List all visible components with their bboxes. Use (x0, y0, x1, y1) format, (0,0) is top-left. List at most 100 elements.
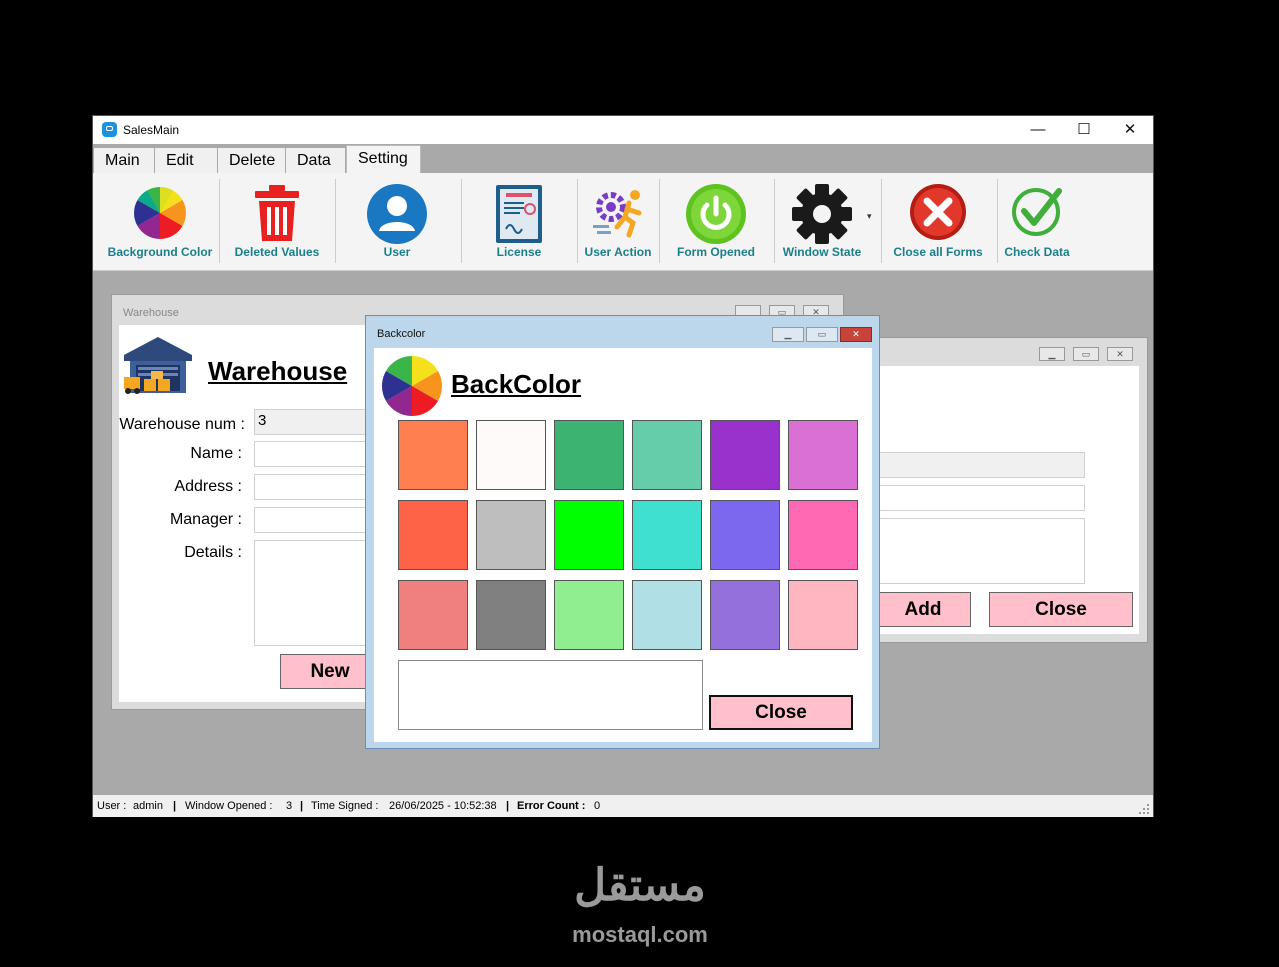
color-swatch[interactable] (554, 420, 624, 490)
toolbar-label: Form Opened (676, 245, 755, 259)
close-icon[interactable]: ✕ (840, 327, 872, 342)
close-button[interactable]: ✕ (1107, 116, 1153, 144)
close-all-icon (910, 184, 966, 240)
toolbar-label: Background Color (107, 245, 213, 259)
color-swatch[interactable] (476, 500, 546, 570)
toolbar-separator (997, 179, 998, 263)
toolbar-separator (774, 179, 775, 263)
toolbar-separator (577, 179, 578, 263)
second-close-button[interactable]: Close (989, 592, 1133, 627)
add-button[interactable]: Add (875, 592, 971, 627)
color-swatch[interactable] (788, 500, 858, 570)
textarea-field[interactable] (875, 518, 1085, 584)
license-button[interactable]: License (465, 181, 573, 265)
backcolor-client: BackColor Close (374, 348, 872, 742)
license-icon (496, 185, 542, 243)
details-label: Details : (184, 544, 242, 561)
form-opened-button[interactable]: Form Opened (661, 181, 771, 265)
tab-data[interactable]: Data (286, 148, 345, 173)
name-label: Name : (190, 445, 242, 462)
status-window-value: 3 (286, 800, 293, 812)
status-error-label: Error Count : (517, 800, 586, 812)
tab-edit[interactable]: Edit (155, 148, 217, 173)
color-swatch[interactable] (398, 580, 468, 650)
readonly-field (875, 452, 1085, 478)
color-swatch[interactable] (398, 420, 468, 490)
user-action-icon (593, 190, 642, 238)
menu-bar: Main Edit Delete Data Setting (93, 144, 1153, 173)
address-field[interactable] (254, 474, 374, 500)
close-all-forms-button[interactable]: Close all Forms (883, 181, 993, 265)
warehouse-icon (124, 337, 192, 394)
deleted-values-button[interactable]: Deleted Values (223, 181, 331, 265)
background-color-button[interactable]: Background Color (101, 181, 219, 265)
color-swatch[interactable] (632, 420, 702, 490)
user-button[interactable]: User (339, 181, 455, 265)
color-swatch[interactable] (398, 500, 468, 570)
color-swatch[interactable] (476, 580, 546, 650)
warehouse-window-title: Warehouse (123, 307, 179, 319)
toolbar-label: User Action (584, 245, 652, 259)
toolbar-label: Deleted Values (234, 245, 320, 259)
toolbar-separator (461, 179, 462, 263)
window-title: SalesMain (123, 123, 180, 137)
check-icon (1012, 188, 1062, 236)
name-field[interactable] (254, 441, 374, 467)
warehouse-heading: Warehouse (208, 356, 348, 386)
color-swatch[interactable] (476, 420, 546, 490)
maximize-button[interactable]: ☐ (1061, 116, 1107, 144)
user-action-button[interactable]: User Action (579, 181, 657, 265)
backcolor-window: Backcolor ▁ ▭ ✕ BackColor Close (365, 315, 880, 749)
tab-setting[interactable]: Setting (346, 145, 421, 173)
gear-icon (792, 184, 852, 244)
user-icon (367, 184, 427, 244)
close-icon[interactable]: ✕ (1107, 347, 1133, 361)
toolbar: Background Color Deleted Values User Lic… (93, 173, 1153, 271)
warehouse-num-field[interactable]: 3 (254, 409, 374, 435)
backcolor-close-button[interactable]: Close (709, 695, 853, 730)
toolbar-label: License (496, 245, 542, 259)
status-bar: User : admin | Window Opened : 3 | Time … (93, 795, 1153, 817)
status-error-value: 0 (594, 800, 601, 812)
details-field[interactable] (254, 540, 374, 646)
color-swatch[interactable] (710, 420, 780, 490)
minimize-icon[interactable]: ▁ (772, 327, 804, 342)
toolbar-separator (335, 179, 336, 263)
tab-delete[interactable]: Delete (218, 148, 285, 173)
toolbar-separator (659, 179, 660, 263)
color-wheel-icon (134, 187, 186, 239)
manager-label: Manager : (169, 511, 242, 528)
manager-field[interactable] (254, 507, 374, 533)
warehouse-num-label: Warehouse num : (119, 416, 245, 433)
trash-icon (255, 185, 299, 241)
watermark-arabic: مستقل (574, 861, 706, 910)
resize-grip-icon[interactable] (1139, 804, 1149, 814)
color-swatch[interactable] (554, 580, 624, 650)
status-user-value: admin (133, 800, 163, 812)
backcolor-heading: BackColor (451, 369, 582, 399)
status-separator: | (506, 800, 510, 812)
dropdown-arrow-icon[interactable]: ▾ (867, 211, 872, 222)
status-time-label: Time Signed : (311, 800, 379, 812)
status-window-label: Window Opened : (185, 800, 273, 812)
color-swatch[interactable] (788, 580, 858, 650)
color-swatch[interactable] (710, 500, 780, 570)
window-state-button[interactable]: ▾ Window State (777, 181, 877, 265)
color-swatch[interactable] (632, 500, 702, 570)
power-icon (686, 184, 746, 244)
minimize-button[interactable]: — (1015, 116, 1061, 144)
color-swatch[interactable] (788, 420, 858, 490)
color-swatch[interactable] (632, 580, 702, 650)
restore-icon[interactable]: ▭ (806, 327, 838, 342)
text-field[interactable] (875, 485, 1085, 511)
backcolor-window-title: Backcolor (377, 328, 426, 340)
toolbar-label: Check Data (1004, 245, 1070, 259)
minimize-icon[interactable]: ▁ (1039, 347, 1065, 361)
tab-main[interactable]: Main (94, 148, 154, 173)
color-swatch[interactable] (710, 580, 780, 650)
status-separator: | (300, 800, 304, 812)
check-data-button[interactable]: Check Data (999, 181, 1075, 265)
color-swatch[interactable] (554, 500, 624, 570)
restore-icon[interactable]: ▭ (1073, 347, 1099, 361)
status-time-value: 26/06/2025 - 10:52:38 (389, 800, 497, 812)
